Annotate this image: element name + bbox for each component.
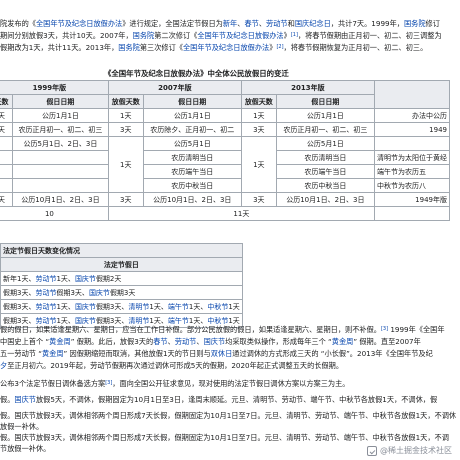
col-days: 天数 [0, 94, 14, 109]
header-1999: 1999年版 [0, 80, 109, 95]
table-row: 天农历正月初一、初二、初三3天农历除夕、正月初一、初二3天农历正月初一、初二、初… [0, 122, 451, 137]
link-spring-festival[interactable]: 春节 [153, 337, 167, 346]
intro-line-1: 院发布的《全国年节及纪念日放假办法》进行规定，全国法定节假日为新年、春节、劳动节… [0, 19, 440, 28]
citation-1[interactable]: [1] [291, 32, 298, 38]
link-new-year[interactable]: 新年 [223, 19, 237, 28]
header-notes [373, 80, 451, 109]
link-golden-week[interactable]: 黄金周 [42, 349, 64, 358]
link-national-day[interactable]: 国庆节 [14, 395, 36, 404]
intro-line-3: 假期改为1天，共计11天。2013年，国务院第三次修订《全国年节及纪念日放假办法… [0, 43, 428, 52]
link-holiday-law[interactable]: 全国年节及纪念日放假办法 [36, 19, 122, 28]
body-line: 夕至正月初六。2019年起，劳动节假期再次通过调休可形成5天的假期，2020年起… [0, 361, 344, 370]
link-labor-day[interactable]: 劳动节 [175, 337, 197, 346]
link-labor-day[interactable]: 劳动节 [35, 289, 56, 297]
table-row: 假期3天、劳动节假期3天、国庆节假期3天 [0, 285, 243, 300]
body-line: 中国史上首个 “黄金周” 假期。此后，放假3天的春节、劳动节、国庆节均采取类似操… [0, 337, 421, 346]
table-caption: 《全国年节及纪念日放假办法》中全体公民放假日的变迁 [104, 69, 289, 78]
subtable-title: 法定节假日天数变化情况 [0, 243, 243, 258]
table-row: 天公历10月1日、2日、3日3天公历10月1日、2日、3日3天公历10月1日、2… [0, 192, 451, 207]
body-line: 五一劳动节 “黄金周” 因假期缩短而取消，其他放假1天的节日则与双休日通过调休的… [0, 349, 433, 358]
table-row: 农历清明当日 农历清明当日 清明节为太阳位于黄经 [0, 150, 451, 165]
body-line: 假的假日，如果适逢星期六、星期日，应当在工作日补假。部分公民放假的假日，如果适逢… [0, 325, 445, 334]
link-state-council[interactable]: 国务院 [118, 43, 140, 52]
body-line: 假。国庆节放假5天，不调休，假期固定为10月1日至3日，逢周末顺延。元旦、清明节… [0, 395, 438, 404]
link-national-day[interactable]: 国庆节 [75, 275, 96, 283]
subtable-header: 法定节假日 [0, 257, 243, 272]
link-holiday-law[interactable]: 全国年节及纪念日放假办法 [183, 43, 269, 52]
body-line: 放假一补休。 [0, 422, 44, 431]
body-line: 公布3个法定节假日调休备选方案[3]，面向全国公开征求意见，现对使用的法定节假日… [0, 379, 350, 388]
holiday-days-change-table: 法定节假日天数变化情况 法定节假日 新年1天、劳动节1天、国庆节假期2天 假期3… [0, 243, 243, 328]
table-row: 农历端午当日 农历端午当日 端午节为农历五 [0, 164, 451, 179]
link-golden-week[interactable]: 黄金周 [332, 337, 354, 346]
body-line: 假。国庆节放假3天，调休相邻两个周日形成7天长假，假期固定为10月1日至7日。元… [0, 411, 457, 420]
col-date-2013: 假日日期 [275, 94, 375, 109]
header-2007: 2007年版 [107, 80, 242, 95]
header-2013: 2013年版 [240, 80, 375, 95]
link-weekend[interactable]: 双休日 [211, 349, 233, 358]
link-national-day[interactable]: 国庆节 [75, 303, 96, 311]
table-total-row: 10 11天 [0, 206, 451, 221]
link-state-council[interactable]: 国务院 [404, 19, 426, 28]
link-state-council[interactable]: 国务院 [133, 31, 155, 40]
link-holiday-law[interactable]: 全国年节及纪念日放假办法 [197, 31, 283, 40]
link-national-day[interactable]: 国庆节 [204, 337, 226, 346]
citation-2[interactable]: [2] [276, 44, 283, 50]
holiday-history-table: 1999年版 2007年版 2013年版 天数 假日日期 放假天数 假日日期 放… [0, 80, 451, 221]
link-labor-day[interactable]: 劳动节 [35, 303, 56, 311]
link-labor-day[interactable]: 劳动节 [266, 19, 288, 28]
link-duanwu[interactable]: 端午节 [168, 303, 189, 311]
col-date-1999: 假日日期 [12, 94, 109, 109]
link-labor-day[interactable]: 劳动节 [35, 275, 56, 283]
link-golden-week[interactable]: 黄金周 [49, 337, 71, 346]
juejin-logo-icon [367, 445, 377, 456]
table-row: 新年1天、劳动节1天、国庆节假期2天 [0, 271, 243, 286]
link-mid-autumn[interactable]: 中秋节 [207, 303, 228, 311]
body-line: 节放假一补休。 [0, 444, 51, 453]
link-national-day[interactable]: 国庆节 [89, 289, 110, 297]
table-row: 假期3天、劳动节1天、国庆节假期3天、清明节1天、端午节1天、中秋节1天 [0, 299, 243, 314]
intro-line-2: 期间分别放假3天，共计10天。2007年，国务院第二次修订《全国年节及纪念日放假… [0, 31, 442, 40]
table-row: 天公历1月1日1天公历1月1日1天公历1月1日办法中公历 [0, 108, 451, 123]
table-row: 农历中秋当日 农历中秋当日 中秋节为农历八 [0, 178, 451, 193]
col-leave-2007: 放假天数 [107, 94, 144, 109]
watermark: @稀土掘金技术社区 [367, 445, 452, 456]
table-row: 公历5月1日、2日、3日 1天 公历5月1日 1天 公历5月1日 [0, 136, 451, 193]
citation-3[interactable]: [3] [381, 326, 388, 332]
col-leave-2013: 放假天数 [240, 94, 277, 109]
body-line: 假。国庆节放假3天，调休相邻两个周日形成7天长假，假期固定为10月1日至7日。元… [0, 433, 449, 442]
link-national-day[interactable]: 国庆纪念日 [295, 19, 331, 28]
link-qingming[interactable]: 清明节 [128, 303, 149, 311]
col-date-2007: 假日日期 [142, 94, 242, 109]
link-spring-festival[interactable]: 春节 [244, 19, 258, 28]
